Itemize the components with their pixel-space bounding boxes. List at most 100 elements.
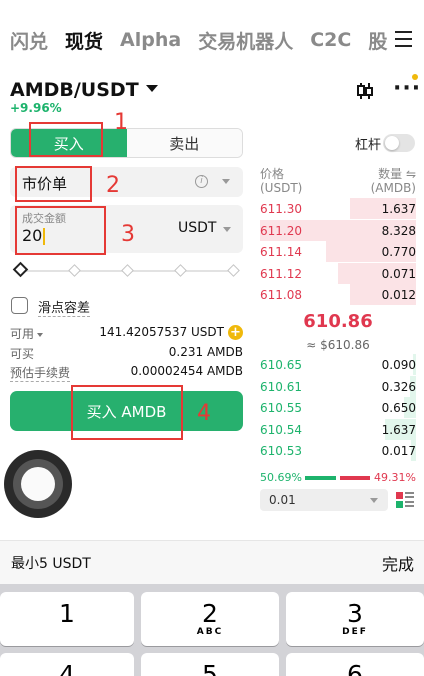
slider-step-75[interactable] xyxy=(174,264,187,277)
slider-step-25[interactable] xyxy=(68,264,81,277)
tick-size-value: 0.01 xyxy=(269,493,296,507)
tab-stocks[interactable]: 股 xyxy=(368,27,387,54)
slippage-checkbox[interactable] xyxy=(11,297,28,314)
bid-row[interactable]: 610.65 0.090 xyxy=(260,354,416,376)
bid-price: 610.65 xyxy=(260,358,302,372)
fee-value: 0.00002454 AMDB xyxy=(130,364,243,378)
annotation-box-2 xyxy=(15,166,92,202)
ask-price: 611.12 xyxy=(260,266,302,281)
annotation-box-1 xyxy=(29,122,103,157)
caret-down-icon xyxy=(223,227,231,232)
caret-down-icon xyxy=(145,85,158,92)
ask-quantity: 0.071 xyxy=(381,266,416,281)
bid-quantity: 0.017 xyxy=(381,444,416,459)
pair-symbol: AMDB/USDT xyxy=(10,79,139,101)
available-label[interactable]: 可用 xyxy=(10,325,44,342)
tab-flash-swap[interactable]: 闪兑 xyxy=(10,27,48,54)
slider-step-100[interactable] xyxy=(227,264,240,277)
bid-quantity: 1.637 xyxy=(381,422,416,437)
can-buy-label: 可买 xyxy=(10,347,35,361)
ask-price: 611.08 xyxy=(260,288,302,303)
orderbook-layout-icon[interactable] xyxy=(396,491,414,509)
annotation-number-3: 3 xyxy=(121,222,135,247)
amount-unit-select[interactable]: USDT xyxy=(178,220,216,236)
bid-row[interactable]: 610.55 0.650 xyxy=(260,397,416,419)
qty-header[interactable]: 数量 ⇋ (AMDB) xyxy=(370,167,416,195)
bid-quantity: 0.650 xyxy=(381,401,416,416)
notification-dot xyxy=(412,74,418,80)
key-1[interactable]: 1 xyxy=(0,592,134,646)
can-buy-row: 可买 0.231 AMDB xyxy=(10,345,243,363)
fee-row: 预估手续费 0.00002454 AMDB xyxy=(10,364,243,382)
slippage-label: 滑点容差 xyxy=(38,297,91,317)
ask-row[interactable]: 611.20 8.328 xyxy=(260,219,416,242)
last-price: 610.86 xyxy=(303,311,373,332)
annotation-number-2: 2 xyxy=(106,173,120,198)
bid-row[interactable]: 610.61 0.326 xyxy=(260,375,416,398)
bid-quantity: 0.090 xyxy=(381,358,416,372)
tick-size-select[interactable]: 0.01 xyxy=(260,489,388,511)
last-price-fiat: ≈ $610.86 xyxy=(306,338,370,352)
tab-trading-bot[interactable]: 交易机器人 xyxy=(198,27,293,54)
key-6[interactable]: 6 xyxy=(286,653,424,676)
annotation-box-3 xyxy=(15,206,106,255)
minimum-amount-hint: 最小5 USDT xyxy=(11,556,91,572)
ask-quantity: 8.328 xyxy=(381,223,416,238)
annotation-box-4 xyxy=(71,385,183,440)
caret-down-icon xyxy=(37,332,44,337)
ask-quantity: 0.770 xyxy=(381,245,416,260)
tab-alpha[interactable]: Alpha xyxy=(120,29,181,51)
tab-spot[interactable]: 现货 xyxy=(65,27,103,54)
ask-quantity: 0.012 xyxy=(381,288,416,303)
key-5[interactable]: 5 xyxy=(141,653,279,676)
add-funds-icon[interactable]: + xyxy=(228,325,243,340)
buy-ratio: 50.69% xyxy=(260,471,302,484)
ask-row[interactable]: 611.30 1.637 xyxy=(260,198,416,220)
key-3[interactable]: 3 DEF xyxy=(286,592,424,646)
ask-price: 611.14 xyxy=(260,245,302,260)
keyboard-toolbar: 最小5 USDT 完成 xyxy=(0,540,424,584)
bid-price: 610.54 xyxy=(260,422,302,437)
ask-price: 611.30 xyxy=(260,202,302,216)
leverage-toggle[interactable] xyxy=(383,134,415,152)
ask-quantity: 1.637 xyxy=(381,202,416,216)
bid-row[interactable]: 610.54 1.637 xyxy=(260,418,416,441)
sell-ratio: 49.31% xyxy=(374,471,416,484)
bid-row[interactable]: 610.53 0.017 xyxy=(260,440,416,462)
bid-quantity: 0.326 xyxy=(381,379,416,394)
available-row: 可用 141.42057537 USDT + xyxy=(10,325,243,343)
done-button[interactable]: 完成 xyxy=(382,551,414,575)
tab-c2c[interactable]: C2C xyxy=(310,29,351,51)
price-header: 价格 (USDT) xyxy=(260,167,303,195)
key-4[interactable]: 4 xyxy=(0,653,134,676)
market-tabs: 闪兑 现货 Alpha 交易机器人 C2C 股 xyxy=(0,0,424,80)
ask-price: 611.20 xyxy=(260,223,302,238)
fee-label[interactable]: 预估手续费 xyxy=(10,364,71,382)
can-buy-value: 0.231 AMDB xyxy=(168,345,243,359)
bid-price: 610.53 xyxy=(260,444,302,459)
candlestick-chart-icon[interactable] xyxy=(355,81,375,101)
menu-icon[interactable] xyxy=(392,27,416,51)
leverage-label: 杠杆 xyxy=(355,138,382,153)
slider-step-50[interactable] xyxy=(121,264,134,277)
bid-price: 610.61 xyxy=(260,379,302,394)
caret-down-icon xyxy=(222,179,230,184)
annotation-number-1: 1 xyxy=(114,110,128,135)
more-options-icon[interactable]: ··· xyxy=(393,78,420,100)
key-2[interactable]: 2 ABC xyxy=(141,592,279,646)
bid-price: 610.55 xyxy=(260,401,302,416)
caret-down-icon xyxy=(370,498,378,503)
ask-row[interactable]: 611.12 0.071 xyxy=(260,262,416,285)
sell-tab[interactable]: 卖出 xyxy=(126,129,242,157)
info-icon[interactable]: i xyxy=(195,175,208,188)
ask-row[interactable]: 611.08 0.012 xyxy=(260,284,416,306)
buy-sell-ratio-bar xyxy=(305,476,370,480)
annotation-number-4: 4 xyxy=(197,401,211,426)
floating-assistive-button[interactable] xyxy=(4,450,72,518)
ask-row[interactable]: 611.14 0.770 xyxy=(260,241,416,263)
available-value: 141.42057537 USDT xyxy=(99,325,224,339)
price-change: +9.96% xyxy=(10,101,62,115)
pair-selector[interactable]: AMDB/USDT xyxy=(10,79,158,101)
numeric-keyboard: 1 2 ABC 3 DEF 4 5 6 xyxy=(0,584,424,676)
slider-handle[interactable] xyxy=(12,261,29,278)
